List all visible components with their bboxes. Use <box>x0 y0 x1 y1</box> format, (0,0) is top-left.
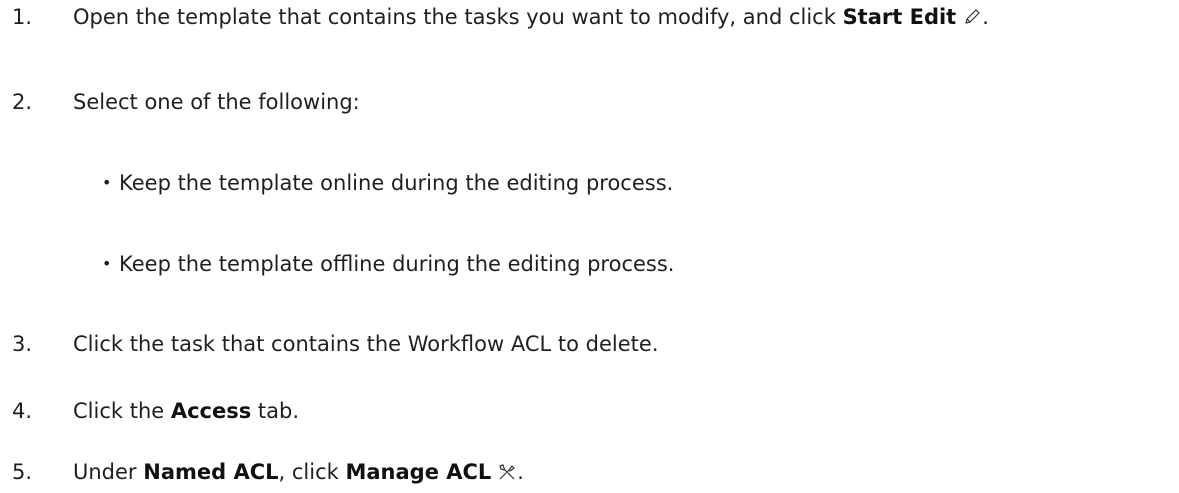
step-text-part: Under <box>73 460 144 484</box>
tools-icon <box>497 462 517 488</box>
option-text: Keep the template offline during the edi… <box>119 252 675 276</box>
step-text: Click the Access tab. <box>73 398 299 424</box>
step-text: Click the task that contains the Workflo… <box>73 332 659 356</box>
step-text: Open the template that contains the task… <box>73 4 989 33</box>
step-text: Select one of the following: <box>73 90 360 114</box>
procedure-steps: 1. Open the template that contains the t… <box>0 0 1179 493</box>
start-edit-label: Start Edit <box>842 5 957 29</box>
step-text-part: tab. <box>251 399 300 423</box>
pencil-icon <box>962 7 982 33</box>
bullet: • <box>102 173 112 192</box>
manage-acl-label: Manage ACL <box>345 460 492 484</box>
step-number: 1. <box>12 5 33 29</box>
step-text-part: , click <box>278 460 346 484</box>
step-text-part: Open the template that contains the task… <box>73 5 843 29</box>
step-number: 3. <box>12 332 33 356</box>
step-text: Under Named ACL, click Manage ACL. <box>73 459 524 488</box>
step-text-part: . <box>982 5 989 29</box>
access-tab-label: Access <box>170 399 252 423</box>
step-number: 4. <box>12 399 33 423</box>
bullet: • <box>102 254 112 273</box>
option-text: Keep the template online during the edit… <box>119 171 674 195</box>
named-acl-label: Named ACL <box>143 460 279 484</box>
step-text-part: . <box>517 460 524 484</box>
step-text-part: Click the <box>73 399 171 423</box>
step-number: 5. <box>12 460 33 484</box>
step-number: 2. <box>12 90 33 114</box>
